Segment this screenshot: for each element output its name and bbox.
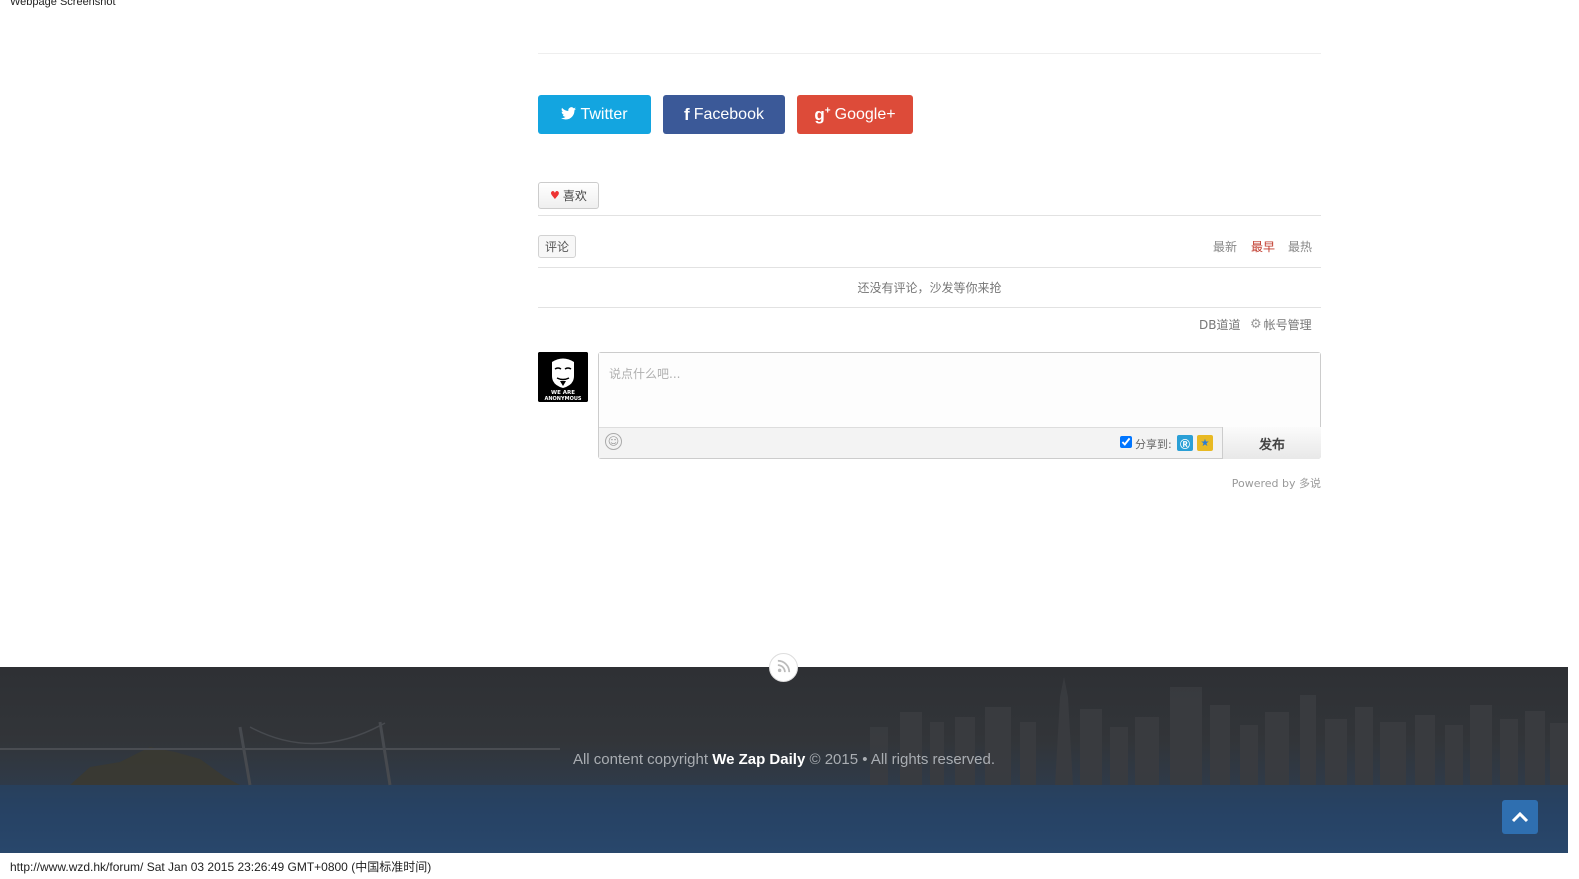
sort-hottest[interactable]: 最热 xyxy=(1288,238,1312,255)
sort-oldest[interactable]: 最早 xyxy=(1251,238,1275,255)
copyright-prefix: All content copyright xyxy=(572,751,709,768)
top-divider xyxy=(538,53,1321,54)
footer: All content copyright We Zap Daily © 201… xyxy=(0,667,1568,853)
google-plus-icon: g+ xyxy=(814,104,831,124)
powered-by-link[interactable]: Powered by 多说 xyxy=(1200,475,1321,491)
facebook-label: Facebook xyxy=(693,105,764,123)
back-to-top-button[interactable] xyxy=(1502,800,1538,834)
divider xyxy=(538,267,1321,268)
comment-input[interactable] xyxy=(599,353,1320,427)
weibo-icon[interactable]: Ⓡ xyxy=(1177,435,1193,451)
sort-newest[interactable]: 最新 xyxy=(1213,238,1237,255)
site-brand-link[interactable]: We Zap Daily xyxy=(712,751,805,768)
facebook-icon: f xyxy=(684,104,690,124)
share-to-label: 分享到: xyxy=(1135,438,1172,451)
facebook-share-button[interactable]: f Facebook xyxy=(663,95,785,134)
divider xyxy=(538,307,1321,308)
chevron-up-icon xyxy=(1511,808,1529,827)
account-name-link[interactable]: DB道道 xyxy=(1199,316,1240,333)
share-checkbox[interactable] xyxy=(1120,436,1132,448)
copyright-suffix: © 2015 • All rights reserved. xyxy=(809,751,996,768)
google-plus-share-button[interactable]: g+ Google+ xyxy=(797,95,913,134)
account-manage-link[interactable]: ⚙ 帐号管理 xyxy=(1250,316,1312,333)
google-plus-label: Google+ xyxy=(834,105,896,123)
empty-comments-message: 还没有评论，沙发等你来抢 xyxy=(857,281,1002,295)
twitter-label: Twitter xyxy=(580,105,628,123)
editor-toolbar: ☺ 分享到: Ⓡ ★ 发布 xyxy=(599,427,1321,459)
avatar[interactable]: WE ARE ANONYMOUS xyxy=(538,352,588,402)
publish-button[interactable]: 发布 xyxy=(1222,427,1321,459)
heart-icon: ♥ xyxy=(550,189,560,202)
twitter-share-button[interactable]: Twitter xyxy=(538,95,651,134)
like-button[interactable]: ♥ 喜欢 xyxy=(538,182,599,209)
like-label: 喜欢 xyxy=(562,189,587,203)
divider xyxy=(538,215,1321,216)
status-bar-text: http://www.wzd.hk/forum/ Sat Jan 03 2015… xyxy=(10,860,432,874)
account-manage-label: 帐号管理 xyxy=(1263,318,1312,332)
qzone-icon[interactable]: ★ xyxy=(1197,435,1213,451)
gear-icon: ⚙ xyxy=(1250,317,1262,332)
page-label: Webpage Screenshot xyxy=(10,0,116,8)
emoji-icon[interactable]: ☺ xyxy=(605,433,622,450)
comments-tab[interactable]: 评论 xyxy=(538,235,576,258)
footer-copyright: All content copyright We Zap Daily © 201… xyxy=(0,751,1568,768)
twitter-icon xyxy=(561,105,577,125)
comment-editor: ☺ 分享到: Ⓡ ★ 发布 xyxy=(598,352,1321,459)
status-bar: http://www.wzd.hk/forum/ Sat Jan 03 2015… xyxy=(0,853,1579,879)
rss-icon xyxy=(777,658,791,677)
rss-button[interactable] xyxy=(769,653,798,682)
avatar-text-line2: ANONYMOUS xyxy=(545,396,582,402)
